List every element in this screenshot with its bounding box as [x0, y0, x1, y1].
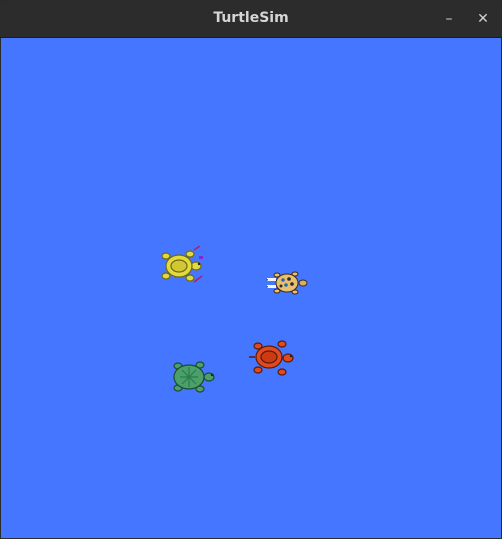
red-turtle: [249, 340, 294, 376]
turtle-canvas: [1, 38, 501, 538]
window-title: TurtleSim: [213, 10, 289, 26]
minimize-icon: –: [445, 11, 453, 27]
close-button[interactable]: ✕: [472, 8, 494, 30]
green-turtle: [173, 361, 215, 393]
turtlesim-window: TurtleSim – ✕: [0, 0, 502, 539]
patterned-turtle: [266, 271, 308, 295]
title-bar[interactable]: TurtleSim – ✕: [0, 0, 502, 38]
minimize-button[interactable]: –: [438, 8, 460, 30]
yellow-turtle: [161, 246, 203, 283]
close-icon: ✕: [477, 11, 489, 27]
